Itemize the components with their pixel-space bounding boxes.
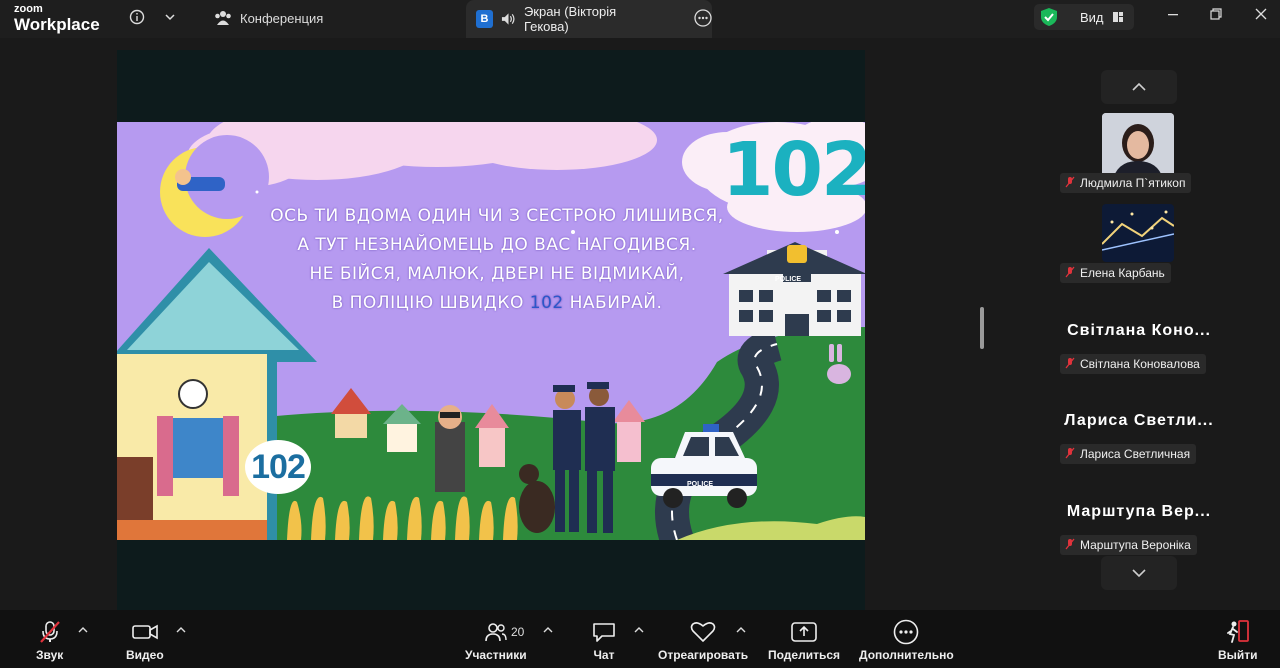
participant-display-name: Марштупа Вер... [1066,503,1212,520]
top-bar: zoom Workplace Конференция В Экран (Вікт… [0,0,1280,38]
muted-mic-icon [1064,357,1076,372]
conference-tab[interactable]: Конференция [214,10,323,26]
bubble-102: 102 [245,440,311,494]
chevron-up-icon [1132,82,1146,91]
participant-name-tag: Світлана Коновалова [1060,354,1206,374]
chat-button[interactable]: Чат [592,620,616,662]
poem-line-2: А ТУТ НЕЗНАЙОМЕЦЬ ДО ВАС НАГОДИВСЯ. [297,235,697,255]
info-icon[interactable] [126,6,148,28]
participant-display-name: Лариса Светли... [1064,412,1214,429]
police-car-label: POLICE [687,481,714,488]
shield-check-icon [1041,8,1057,26]
muted-mic-icon [1064,266,1076,281]
minimize-button[interactable] [1158,6,1188,26]
participants-icon [485,620,507,644]
more-options-icon[interactable] [694,8,712,30]
poem-line-3: НЕ БІЙСЯ, МАЛЮК, ДВЕРІ НЕ ВІДМИКАЙ, [309,264,685,284]
leave-button[interactable]: Выйти [1218,620,1258,662]
poem-line-4: В ПОЛІЦІЮ ШВИДКО 102 НАБИРАЙ. [331,293,663,313]
audio-button[interactable]: Звук [36,620,63,662]
panel-splitter[interactable] [980,307,984,349]
leave-icon [1225,620,1251,644]
muted-mic-icon [1064,447,1076,462]
big-102-number: 102 [722,127,865,213]
react-button[interactable]: Отреагировать [658,620,748,662]
participant-name-tag: Марштупа Вероніка [1060,535,1197,555]
poem-line-1: ОСЬ ТИ ВДОМА ОДИН ЧИ З СЕСТРОЮ ЛИШИВСЯ, [270,206,724,226]
muted-mic-icon [38,620,62,644]
more-button[interactable]: Дополнительно [859,619,954,662]
chat-options-chevron-icon[interactable] [634,626,644,637]
conference-label: Конференция [240,10,324,26]
video-options-chevron-icon[interactable] [176,626,186,637]
more-dots-icon [893,619,919,645]
video-button[interactable]: Видео [126,620,164,662]
view-button[interactable]: Вид [1034,4,1134,30]
participant-name-tag: Лариса Светличная [1060,444,1197,464]
screen-label: Экран (Вікторія Гекова) [523,4,617,34]
close-button[interactable] [1246,6,1276,26]
slide-poem: ОСЬ ТИ ВДОМА ОДИН ЧИ З СЕСТРОЮ ЛИШИВСЯ, … [257,202,737,318]
participants-group-icon [215,11,231,25]
participant-display-name: Світлана Коно... [1067,322,1211,339]
participants-options-chevron-icon[interactable] [543,626,553,637]
audio-options-chevron-icon[interactable] [78,626,88,637]
gallery-scroll-down-button[interactable] [1101,556,1177,590]
video-camera-icon [132,620,158,644]
zoom-logo: zoom Workplace [14,3,100,34]
screen-badge: В [476,10,493,28]
presentation-slide: 102 102 ОСЬ ТИ ВДОМА ОДИН ЧИ З СЕСТРОЮ Л… [117,122,865,540]
view-grid-icon [1112,12,1123,22]
share-button[interactable]: Поделиться [768,620,840,662]
react-options-chevron-icon[interactable] [736,626,746,637]
meeting-toolbar: Звук Видео Участники 20 Чат Отреагироват… [0,610,1280,668]
participant-name-tag: Елена Карбань [1060,263,1171,283]
view-label: Вид [1080,9,1104,25]
participants-count: 20 [511,625,525,639]
participant-photo [1102,204,1174,262]
chevron-down-icon[interactable] [159,6,181,28]
participant-video[interactable] [1102,204,1174,262]
muted-mic-icon [1064,538,1076,553]
share-screen-icon [791,620,817,644]
police-sign: POLICE [775,276,802,283]
chevron-down-icon [1132,569,1146,578]
restore-button[interactable] [1201,6,1231,26]
chat-icon [592,620,616,644]
muted-mic-icon [1064,176,1076,191]
heart-icon [690,620,716,644]
participant-name-tag: Людмила П`ятикоп [1060,173,1192,193]
screen-share-tab[interactable]: В Экран (Вікторія Гекова) [466,0,712,38]
gallery-scroll-up-button[interactable] [1101,70,1177,104]
shared-screen[interactable]: 102 102 ОСЬ ТИ ВДОМА ОДИН ЧИ З СЕСТРОЮ Л… [117,50,865,610]
speaker-icon [501,13,515,25]
